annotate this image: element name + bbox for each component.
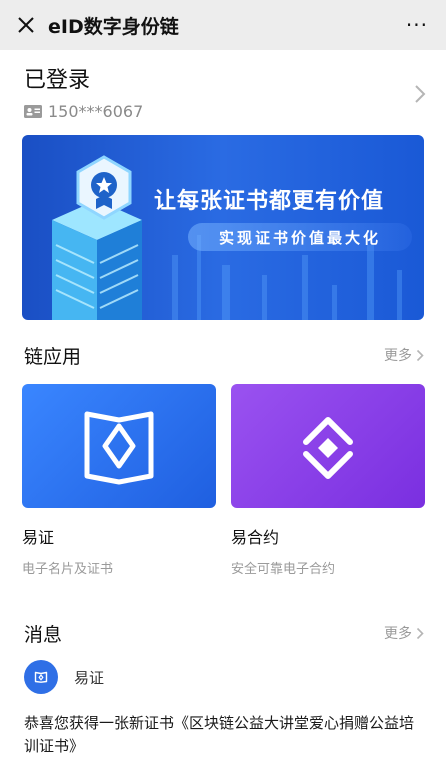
app-name: 易证 [22, 528, 55, 547]
messages-more-label: 更多 [384, 626, 412, 642]
page: eID数字身份链 ··· 已登录 150***6067 让每张证书都更有价值 实… [0, 0, 446, 758]
message-sender: 易证 [74, 668, 105, 687]
chevron-right-icon [416, 349, 424, 361]
apps-section-header: 链应用 更多 [24, 342, 424, 368]
login-status-row[interactable]: 已登录 150***6067 [0, 50, 446, 122]
app-name: 易合约 [231, 528, 280, 547]
id-card-icon [24, 105, 42, 118]
more-menu-button[interactable]: ··· [406, 13, 428, 37]
promo-banner[interactable]: 让每张证书都更有价值 实现证书价值最大化 [22, 135, 424, 320]
certificate-icon [34, 671, 48, 683]
apps-more-link[interactable]: 更多 [384, 345, 424, 365]
phone-number: 150***6067 [48, 102, 144, 121]
app-description: 安全可靠电子合约 [231, 562, 336, 577]
banner-headline: 让每张证书都更有价值 [154, 189, 385, 214]
top-nav-bar: eID数字身份链 ··· [0, 0, 446, 50]
close-button[interactable] [14, 13, 38, 37]
chevron-right-icon [416, 627, 424, 639]
app-card-yiheyue[interactable]: 易合约 安全可靠电子合约 [231, 384, 425, 577]
app-card-yizheng[interactable]: 易证 电子名片及证书 [22, 384, 216, 577]
login-phone-row: 150***6067 [24, 102, 422, 121]
page-title: eID数字身份链 [48, 15, 179, 38]
messages-section-header: 消息 更多 [24, 620, 424, 646]
login-status-text: 已登录 [24, 68, 91, 93]
message-text[interactable]: 恭喜您获得一张新证书《区块链公益大讲堂爱心捐赠公益培训证书》 [24, 712, 428, 758]
messages-section-title: 消息 [24, 623, 63, 646]
contract-diamond-icon [303, 417, 353, 479]
message-sender-row[interactable]: 易证 [24, 660, 104, 694]
app-description: 电子名片及证书 [22, 562, 114, 577]
banner-subline: 实现证书价值最大化 [218, 228, 381, 247]
app-tile-yizheng [22, 384, 216, 508]
close-icon [18, 17, 34, 33]
apps-section-title: 链应用 [24, 345, 82, 368]
avatar [24, 660, 58, 694]
messages-more-link[interactable]: 更多 [384, 623, 424, 643]
app-tile-yiheyue [231, 384, 425, 508]
certificate-book-icon [84, 411, 154, 485]
banner-tagline-pill: 实现证书价值最大化 [188, 223, 412, 251]
chevron-right-icon [415, 85, 426, 103]
apps-more-label: 更多 [384, 348, 412, 364]
